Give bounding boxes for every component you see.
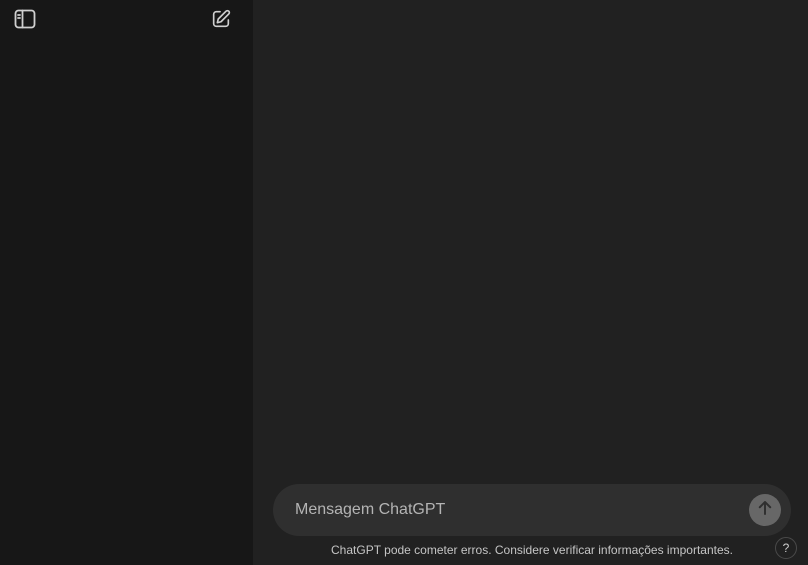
sidebar xyxy=(0,0,253,565)
sidebar-toggle-icon xyxy=(13,7,37,31)
send-button[interactable] xyxy=(749,494,781,526)
new-chat-button[interactable] xyxy=(205,3,237,35)
sidebar-toggle-button[interactable] xyxy=(9,3,41,35)
message-composer xyxy=(273,484,791,536)
chat-main-area: ChatGPT pode cometer erros. Considere ve… xyxy=(253,0,808,565)
app-window: ChatGPT pode cometer erros. Considere ve… xyxy=(0,0,808,565)
message-input[interactable] xyxy=(295,484,735,536)
help-button[interactable]: ? xyxy=(775,537,797,559)
arrow-up-icon xyxy=(756,499,774,522)
disclaimer-text: ChatGPT pode cometer erros. Considere ve… xyxy=(331,543,733,557)
edit-pencil-icon xyxy=(210,8,232,30)
